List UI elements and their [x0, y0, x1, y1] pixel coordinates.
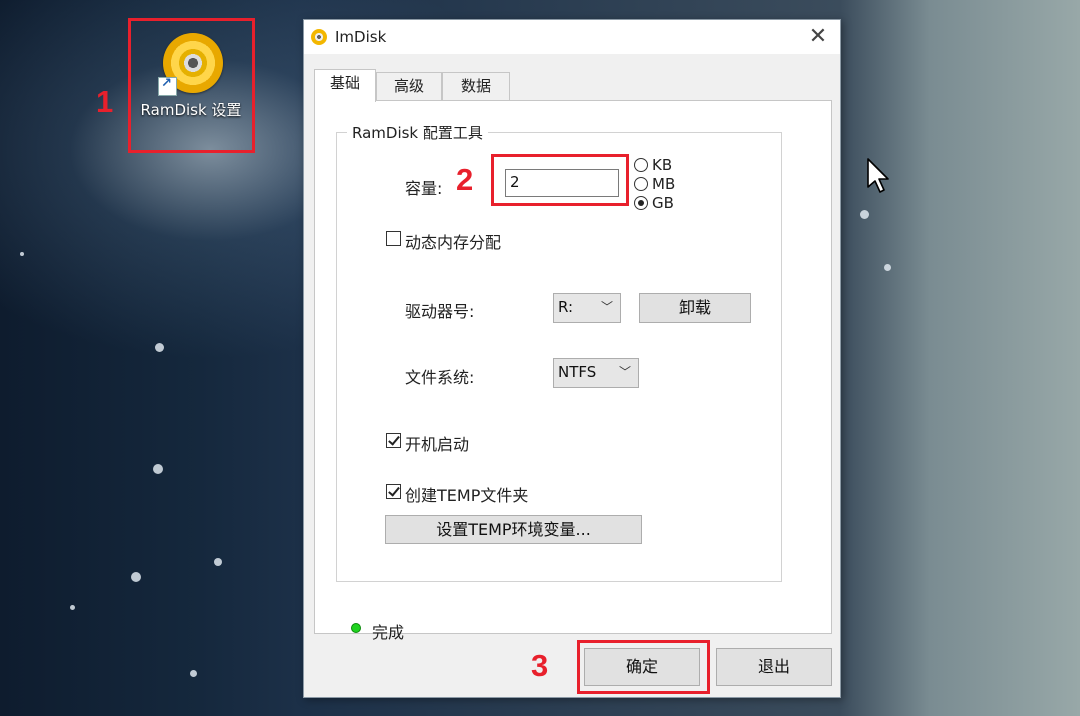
snowflake-decoration [153, 464, 163, 474]
step-3-highlight [577, 640, 710, 694]
unit-gb-label: GB [652, 194, 674, 212]
chevron-down-icon: ﹀ [618, 365, 631, 379]
startup-label: 开机启动 [405, 435, 470, 454]
chevron-down-icon: ﹀ [600, 300, 613, 314]
dynamic-memory-label: 动态内存分配 [405, 233, 502, 252]
group-title: RamDisk 配置工具 [347, 122, 488, 143]
tab-data[interactable]: 数据 [442, 72, 510, 100]
set-temp-env-button[interactable]: 设置TEMP环境变量... [385, 515, 642, 544]
snowflake-decoration [131, 572, 141, 582]
unit-gb-radio[interactable] [634, 196, 648, 210]
drive-letter-select[interactable]: R: ﹀ [553, 293, 621, 323]
unmount-button[interactable]: 卸载 [639, 293, 751, 323]
create-temp-folder-label: 创建TEMP文件夹 [405, 486, 529, 505]
tab-basic[interactable]: 基础 [314, 69, 376, 102]
file-system-value: NTFS [558, 363, 597, 381]
step-2-highlight [491, 154, 629, 206]
file-system-select[interactable]: NTFS ﹀ [553, 358, 639, 388]
snowflake-decoration [214, 558, 222, 566]
mouse-cursor-icon [867, 158, 889, 193]
step-3-number: 3 [531, 648, 549, 683]
title-bar[interactable]: ImDisk ✕ [304, 20, 840, 54]
tab-advanced[interactable]: 高级 [376, 72, 442, 100]
snowflake-decoration [70, 605, 75, 610]
close-button[interactable]: ✕ [798, 20, 838, 54]
step-1-number: 1 [96, 84, 114, 119]
snowflake-decoration [155, 343, 164, 352]
snowflake-decoration [884, 264, 891, 271]
step-2-number: 2 [456, 162, 474, 197]
startup-checkbox[interactable] [386, 433, 401, 448]
drive-letter-value: R: [558, 298, 574, 316]
capacity-label: 容量: [405, 179, 443, 198]
exit-button[interactable]: 退出 [716, 648, 832, 686]
imdisk-dialog: ImDisk ✕ 基础 高级 数据 RamDisk 配置工具 容量: 2 KB … [303, 19, 841, 698]
step-1-highlight [128, 18, 255, 153]
drive-letter-label: 驱动器号: [405, 302, 475, 321]
unit-mb-label: MB [652, 175, 676, 193]
snowflake-decoration [190, 670, 197, 677]
unit-kb-radio[interactable] [634, 158, 648, 172]
snowflake-decoration [20, 252, 24, 256]
window-title: ImDisk [335, 28, 387, 46]
imdisk-app-icon [311, 29, 327, 45]
snowflake-decoration [860, 210, 869, 219]
dynamic-memory-checkbox[interactable] [386, 231, 401, 246]
unit-mb-radio[interactable] [634, 177, 648, 191]
file-system-label: 文件系统: [405, 368, 475, 387]
status-indicator-icon [351, 623, 361, 633]
status-text: 完成 [372, 623, 405, 642]
create-temp-folder-checkbox[interactable] [386, 484, 401, 499]
unit-kb-label: KB [652, 156, 673, 174]
